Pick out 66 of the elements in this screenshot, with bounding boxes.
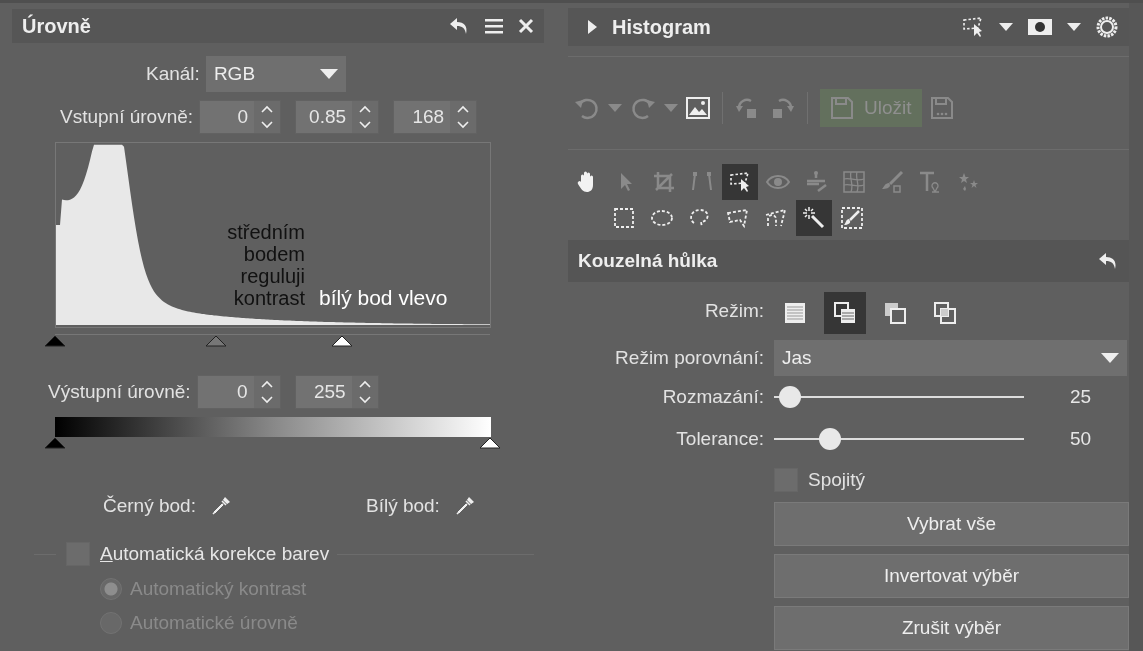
- crop-icon: [652, 170, 676, 194]
- eyedropper-label: Černý bod:: [103, 495, 196, 517]
- polygon-selection-icon: [726, 206, 750, 230]
- stamp-icon: [804, 170, 828, 194]
- number-field[interactable]: 255: [294, 375, 379, 409]
- image-icon[interactable]: [686, 97, 710, 119]
- slider-label: Rozmazání:: [661, 386, 764, 408]
- slider-handle[interactable]: [44, 335, 66, 347]
- checkbox-label: Automatická korekce barev: [100, 543, 330, 565]
- caret-icon: [319, 69, 338, 79]
- panel-title: Kouzelná hůlka: [578, 250, 718, 272]
- mask-icon[interactable]: [1027, 17, 1053, 37]
- intersect-mode-icon: [933, 301, 957, 325]
- caret-icon: [1101, 353, 1119, 363]
- spinner-arrows-icon[interactable]: [259, 380, 274, 404]
- slider-label: Tolerance:: [675, 428, 764, 450]
- tool-button[interactable]: [796, 200, 832, 236]
- subtract-mode-icon: [883, 301, 907, 325]
- expand-arrow-icon[interactable]: [586, 19, 598, 35]
- number-field[interactable]: 0: [196, 375, 281, 409]
- input-levels-label: Vstupní úrovně:: [60, 106, 194, 128]
- action-button[interactable]: Zrušit výběr: [774, 606, 1129, 650]
- compare-mode-dropdown[interactable]: Jas: [774, 340, 1127, 376]
- slider-value: 50: [1070, 428, 1092, 450]
- brush-icon: [880, 170, 904, 194]
- grid-warp-icon: [842, 170, 866, 194]
- number-field[interactable]: 0.85: [295, 100, 380, 134]
- annotation-text: středním bodem reguluji kontrast: [226, 221, 305, 309]
- panel-title: Úrovně: [22, 14, 91, 38]
- rectangle-selection-icon: [612, 206, 636, 230]
- magic-wand-icon: [802, 206, 826, 230]
- slider-handle[interactable]: [204, 335, 227, 347]
- text-symbol-icon: [918, 170, 942, 194]
- replace-mode-icon: [783, 301, 807, 325]
- slider-handle[interactable]: [44, 437, 66, 449]
- compare-mode-label: Režim porovnání:: [614, 347, 764, 369]
- panel-title: Histogram: [612, 15, 711, 39]
- settings-icon[interactable]: [1095, 15, 1119, 39]
- action-button[interactable]: Invertovat výběr: [774, 554, 1129, 598]
- brush-selection-icon: [840, 206, 864, 230]
- menu-icon[interactable]: [484, 16, 504, 36]
- caret-icon[interactable]: [999, 23, 1013, 31]
- mode-label: Režim:: [703, 300, 764, 322]
- annotation-text: bílý bod vlevo: [319, 287, 448, 309]
- channel-label: Kanál:: [146, 63, 200, 85]
- number-field[interactable]: 0: [199, 100, 282, 134]
- tool-button[interactable]: [722, 164, 758, 200]
- number-field[interactable]: 168: [393, 100, 478, 134]
- caret-icon[interactable]: [1067, 23, 1081, 31]
- output-levels-label: Výstupní úrovně:: [48, 381, 191, 403]
- checkbox-label: Spojitý: [808, 469, 866, 491]
- slider-thumb[interactable]: [819, 428, 842, 450]
- slider-thumb[interactable]: [779, 386, 802, 408]
- eyedropper-label: Bílý bod:: [365, 495, 440, 517]
- spinner-arrows-icon[interactable]: [358, 105, 373, 129]
- spinner-arrows-icon[interactable]: [357, 380, 372, 404]
- channel-dropdown[interactable]: RGB: [205, 56, 346, 92]
- close-icon[interactable]: [518, 18, 534, 34]
- spinner-arrows-icon[interactable]: [260, 105, 275, 129]
- add-mode-icon: [833, 301, 857, 325]
- slider-value: 25: [1070, 386, 1092, 408]
- mode-button[interactable]: [824, 292, 866, 334]
- spinner-arrows-icon[interactable]: [456, 105, 471, 129]
- action-button[interactable]: Vybrat vše: [774, 502, 1129, 546]
- slider-handle[interactable]: [479, 437, 501, 449]
- slider-handle[interactable]: [331, 335, 354, 347]
